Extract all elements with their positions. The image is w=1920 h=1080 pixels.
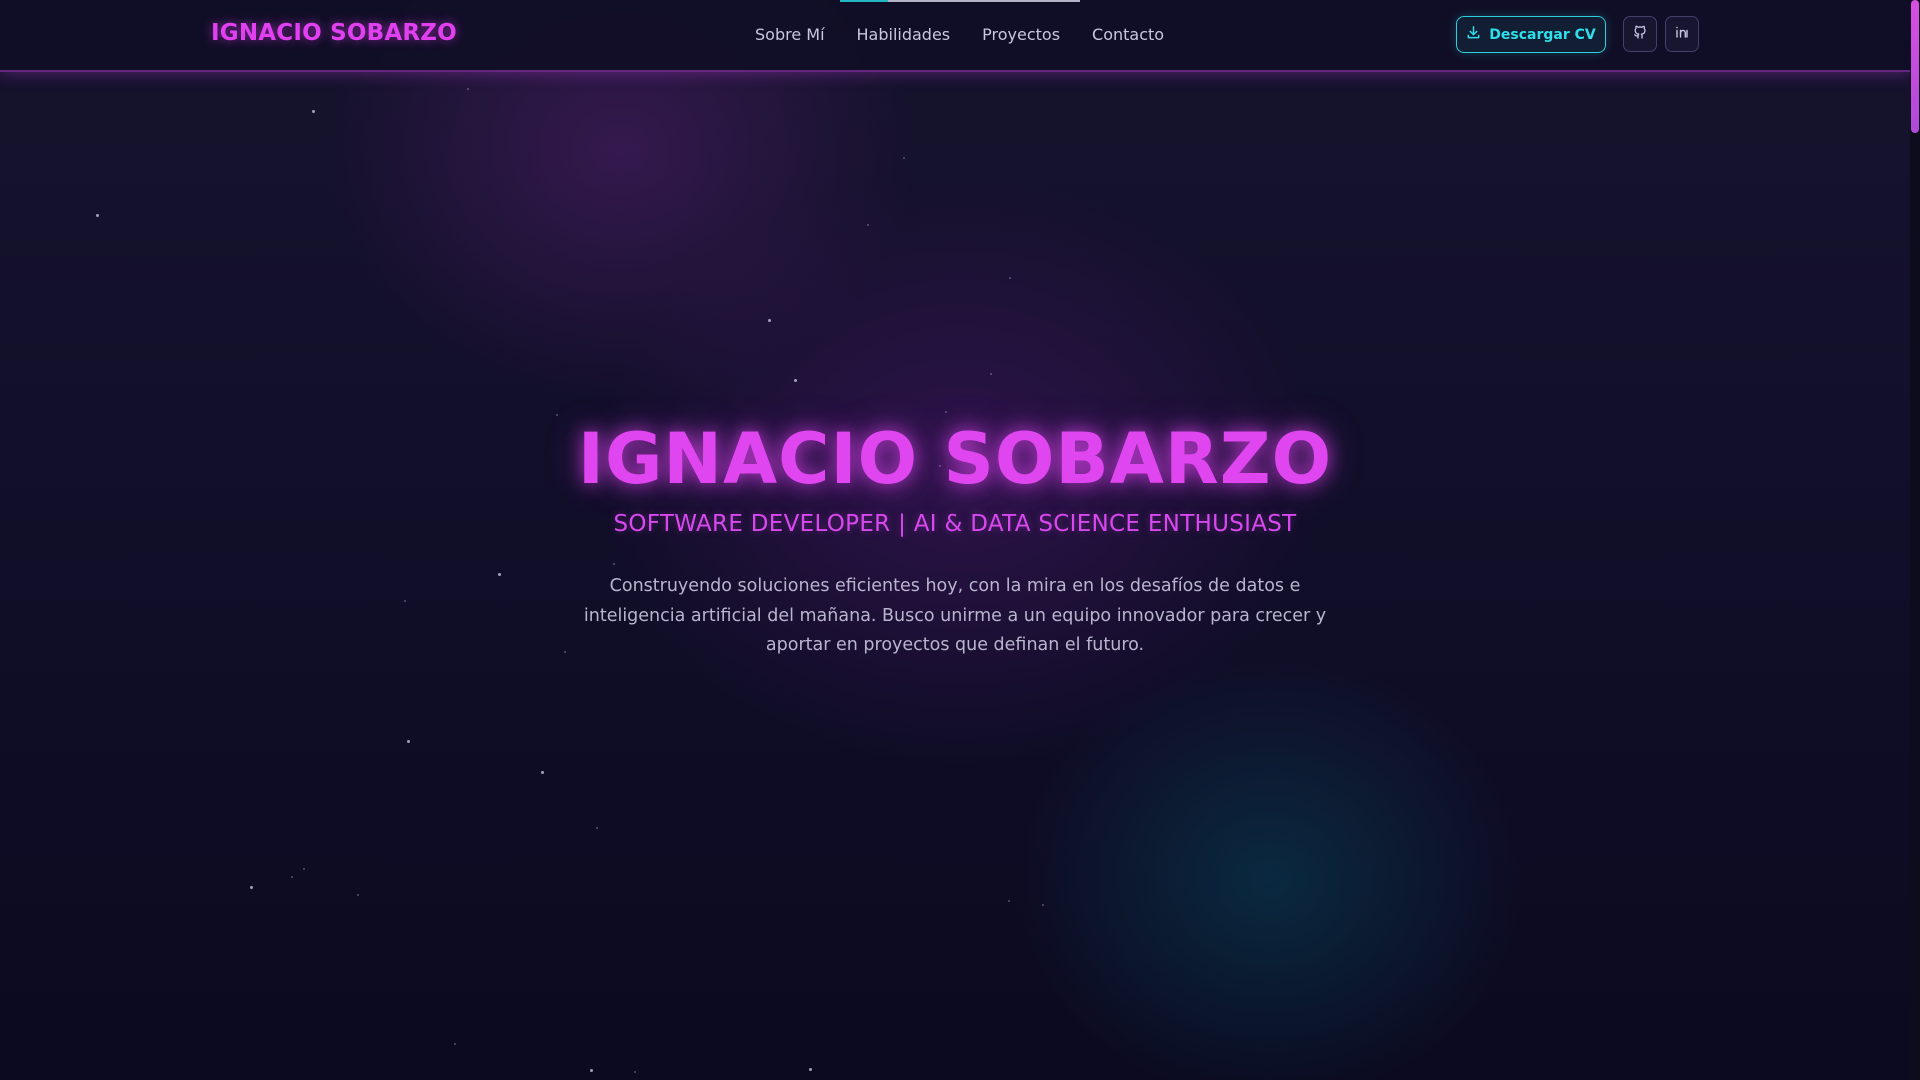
nav-link-habilidades[interactable]: Habilidades [857,25,951,44]
nav-link-proyectos[interactable]: Proyectos [982,25,1060,44]
star [291,876,293,878]
star [467,88,469,90]
star [809,1068,812,1071]
star [945,411,947,413]
star [250,886,253,889]
star [312,110,315,113]
star [96,214,99,217]
hero-subtitle: SOFTWARE DEVELOPER | AI & DATA SCIENCE E… [613,511,1297,537]
star [357,894,359,896]
scrollbar[interactable] [1910,0,1920,1080]
main-nav: Sobre Mí Habilidades Proyectos Contacto [755,25,1164,44]
download-cv-label: Descargar CV [1489,26,1596,43]
star [303,868,305,870]
star [498,573,501,576]
nav-link-contacto[interactable]: Contacto [1092,25,1164,44]
download-cv-button[interactable]: Descargar CV [1456,16,1606,53]
star [541,771,544,774]
top-navbar: IGNACIO SOBARZO Sobre Mí Habilidades Pro… [0,0,1910,72]
star [404,600,406,602]
star [903,157,905,159]
scrollbar-thumb[interactable] [1911,0,1919,133]
logo[interactable]: IGNACIO SOBARZO [211,20,457,46]
star [768,319,771,322]
github-icon [1632,24,1648,44]
github-button[interactable] [1623,16,1657,52]
scroll-progress-bar [840,0,1080,2]
star [1008,900,1010,902]
star [634,1071,636,1073]
star [613,563,615,565]
nav-link-sobre-mi[interactable]: Sobre Mí [755,25,825,44]
linkedin-button[interactable] [1665,16,1699,52]
star [407,740,410,743]
linkedin-icon [1674,24,1690,44]
hero-title: IGNACIO SOBARZO [577,418,1333,500]
star [564,651,566,653]
star [556,414,558,416]
star [1009,277,1011,279]
hero-description: Construyendo soluciones eficientes hoy, … [583,576,1327,655]
star [454,1043,456,1045]
star [596,827,598,829]
star [867,224,869,226]
page: IGNACIO SOBARZO Sobre Mí Habilidades Pro… [0,0,1920,1080]
star [990,373,992,375]
download-icon [1466,25,1481,44]
star [1042,904,1044,906]
starfield [0,0,1920,1080]
star [590,1069,593,1072]
star [794,379,797,382]
